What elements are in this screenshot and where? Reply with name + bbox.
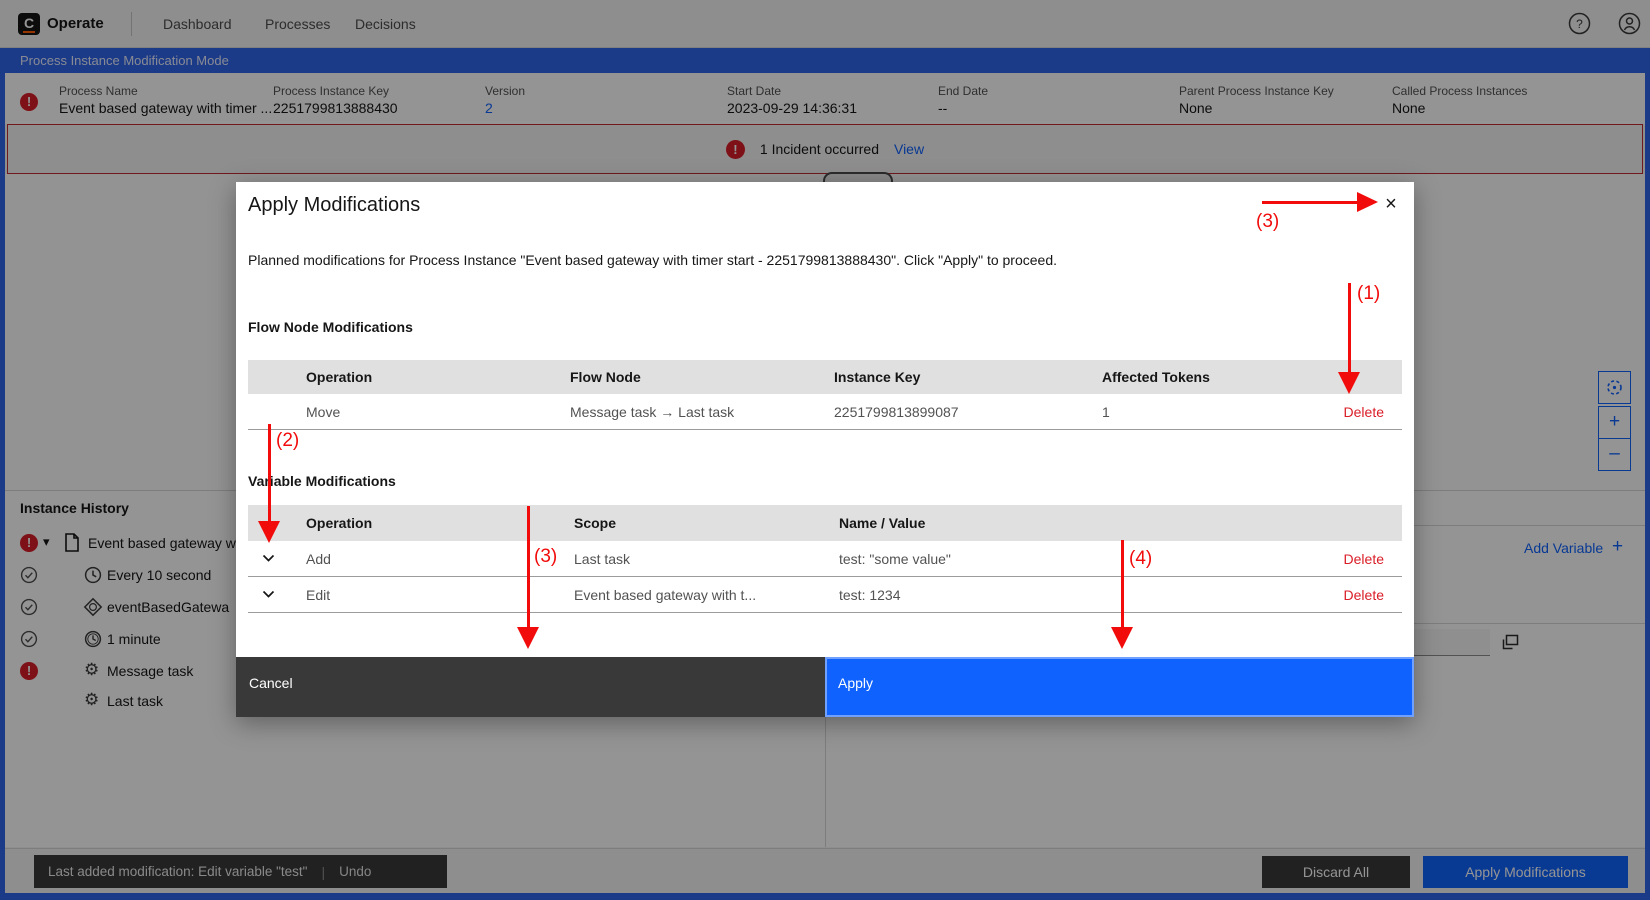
apply-button[interactable]: Apply bbox=[825, 657, 1414, 717]
modal-title: Apply Modifications bbox=[248, 194, 420, 217]
delete-flow-node-modification-button[interactable]: Delete bbox=[1344, 404, 1384, 420]
cell-flow-node: Message task → Last task bbox=[570, 404, 834, 420]
cell-affected-tokens: 1 bbox=[1102, 404, 1312, 420]
cell-instance-key: 2251799813899087 bbox=[834, 404, 1102, 420]
annotation-arrowhead-down bbox=[258, 521, 280, 543]
variable-modifications-table: Operation Scope Name / Value Add Last ta… bbox=[248, 505, 1402, 613]
annotation-label-1: (1) bbox=[1357, 283, 1380, 305]
row-expand-chevron-icon[interactable] bbox=[248, 554, 306, 563]
variable-row-add: Add Last task test: "some value" Delete bbox=[248, 541, 1402, 577]
flow-node-modifications-table: Operation Flow Node Instance Key Affecte… bbox=[248, 360, 1402, 430]
annotation-arrow-to-delete bbox=[1348, 283, 1351, 373]
column-flow-node: Flow Node bbox=[570, 369, 834, 385]
cell-operation: Move bbox=[306, 404, 570, 420]
annotation-arrowhead-right bbox=[1357, 192, 1378, 212]
row-expand-chevron-icon[interactable] bbox=[248, 590, 306, 599]
column-scope: Scope bbox=[574, 515, 839, 531]
annotation-arrow-to-cancel bbox=[527, 506, 530, 628]
delete-variable-modification-button[interactable]: Delete bbox=[1344, 551, 1384, 567]
flow-node-table-header: Operation Flow Node Instance Key Affecte… bbox=[248, 360, 1402, 394]
column-operation: Operation bbox=[306, 369, 570, 385]
annotation-label-3-close: (3) bbox=[1256, 211, 1279, 233]
apply-modifications-modal: Apply Modifications × Planned modificati… bbox=[236, 182, 1414, 717]
annotation-label-4: (4) bbox=[1129, 548, 1152, 570]
annotation-arrow-to-apply bbox=[1121, 540, 1124, 628]
cell-scope: Last task bbox=[574, 551, 839, 567]
modal-footer: Cancel Apply bbox=[236, 657, 1414, 717]
annotation-label-3-cancel: (3) bbox=[534, 546, 557, 568]
cancel-button[interactable]: Cancel bbox=[236, 657, 825, 717]
variable-table-header: Operation Scope Name / Value bbox=[248, 505, 1402, 541]
flow-node-modifications-heading: Flow Node Modifications bbox=[248, 319, 413, 335]
column-affected-tokens: Affected Tokens bbox=[1102, 369, 1312, 385]
annotation-arrowhead-down bbox=[517, 627, 539, 649]
annotation-arrowhead-down bbox=[1111, 627, 1133, 649]
annotation-arrow-to-close bbox=[1262, 201, 1358, 204]
cell-scope: Event based gateway with t... bbox=[574, 587, 839, 603]
annotation-arrow-to-chevron bbox=[268, 424, 271, 522]
column-name-value: Name / Value bbox=[839, 515, 1312, 531]
delete-variable-modification-button[interactable]: Delete bbox=[1344, 587, 1384, 603]
close-icon[interactable]: × bbox=[1376, 190, 1406, 220]
column-instance-key: Instance Key bbox=[834, 369, 1102, 385]
modal-description: Planned modifications for Process Instan… bbox=[248, 252, 1057, 268]
cell-operation: Edit bbox=[306, 587, 574, 603]
annotation-arrowhead-down bbox=[1338, 372, 1360, 394]
cell-name-value: test: "some value" bbox=[839, 551, 1312, 567]
column-operation: Operation bbox=[306, 515, 574, 531]
variable-row-edit: Edit Event based gateway with t... test:… bbox=[248, 577, 1402, 613]
flow-node-row: Move Message task → Last task 2251799813… bbox=[248, 394, 1402, 430]
annotation-label-2: (2) bbox=[276, 430, 299, 452]
cell-name-value: test: 1234 bbox=[839, 587, 1312, 603]
